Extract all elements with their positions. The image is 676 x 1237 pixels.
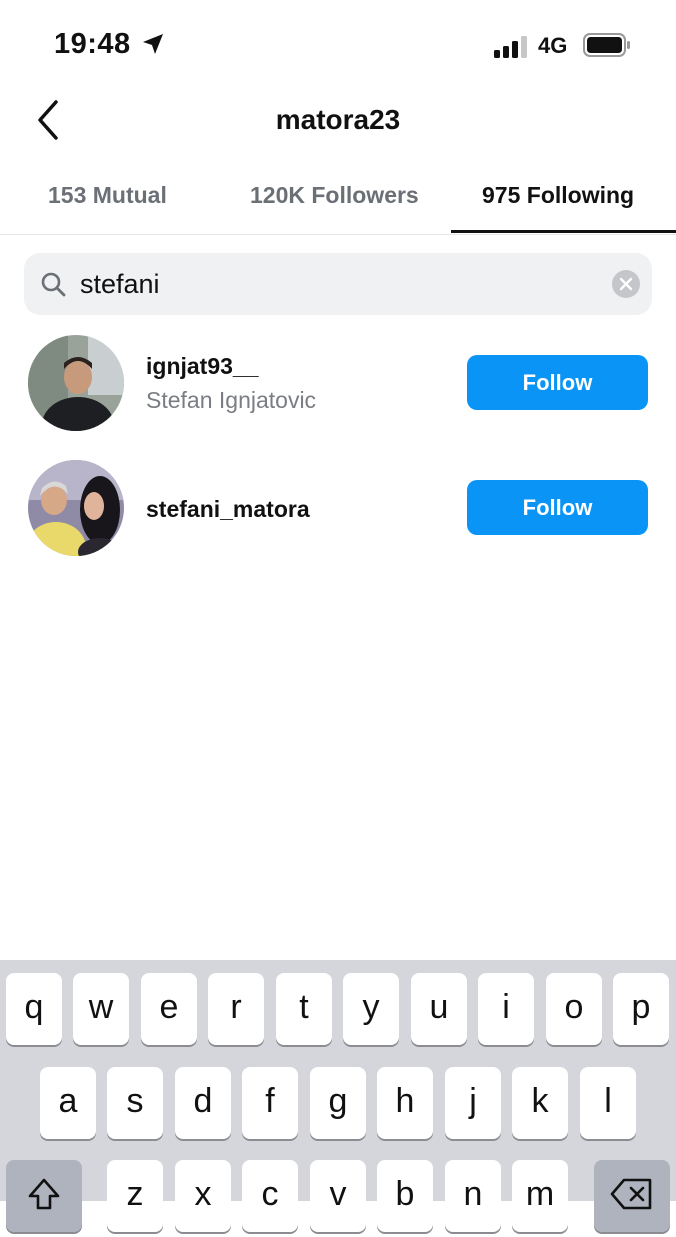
backspace-key[interactable] [594, 1160, 670, 1232]
key-o[interactable]: o [546, 973, 602, 1045]
tab-mutual[interactable]: 153 Mutual [48, 182, 167, 209]
key-c[interactable]: c [242, 1160, 298, 1232]
key-r[interactable]: r [208, 973, 264, 1045]
key-n[interactable]: n [445, 1160, 501, 1232]
key-t[interactable]: t [276, 973, 332, 1045]
full-name: Stefan Ignjatovic [146, 387, 317, 413]
list-item[interactable]: ignjat93__ Stefan Ignjatovic Follow [0, 335, 676, 445]
shift-key[interactable] [6, 1160, 82, 1232]
location-arrow-icon [143, 34, 163, 54]
status-time: 19:48 [54, 28, 131, 60]
tab-following[interactable]: 975 Following [482, 182, 634, 209]
key-v[interactable]: v [310, 1160, 366, 1232]
tab-followers[interactable]: 120K Followers [250, 182, 419, 209]
key-y[interactable]: y [343, 973, 399, 1045]
avatar[interactable] [28, 335, 124, 431]
network-type: 4G [538, 33, 568, 58]
avatar[interactable] [28, 460, 124, 556]
backspace-icon [610, 1178, 652, 1210]
key-q[interactable]: q [6, 973, 62, 1045]
list-item[interactable]: stefani_matora Follow [0, 460, 676, 570]
key-u[interactable]: u [411, 973, 467, 1045]
username[interactable]: ignjat93__ [146, 353, 259, 380]
follow-button[interactable]: Follow [467, 355, 648, 410]
clear-search-button[interactable] [612, 270, 640, 298]
on-screen-keyboard: q w e r t y u i o p a s d f g h j k l z … [0, 960, 676, 1232]
search-input[interactable]: stefani [80, 253, 160, 315]
active-tab-indicator [451, 230, 676, 233]
username[interactable]: stefani_matora [146, 496, 310, 523]
key-d[interactable]: d [175, 1067, 231, 1139]
close-icon [619, 277, 633, 291]
key-g[interactable]: g [310, 1067, 366, 1139]
key-h[interactable]: h [377, 1067, 433, 1139]
key-f[interactable]: f [242, 1067, 298, 1139]
search-icon [41, 272, 66, 297]
signal-icon [494, 36, 527, 58]
key-i[interactable]: i [478, 973, 534, 1045]
key-x[interactable]: x [175, 1160, 231, 1232]
key-p[interactable]: p [613, 973, 669, 1045]
shift-icon [28, 1178, 60, 1210]
key-e[interactable]: e [141, 973, 197, 1045]
key-s[interactable]: s [107, 1067, 163, 1139]
battery-icon [583, 33, 630, 57]
key-k[interactable]: k [512, 1067, 568, 1139]
status-bar: 19:48 4G [0, 0, 676, 90]
key-m[interactable]: m [512, 1160, 568, 1232]
key-l[interactable]: l [580, 1067, 636, 1139]
tab-bar: 153 Mutual 120K Followers 975 Following [0, 170, 676, 235]
page-title: matora23 [275, 104, 401, 135]
key-z[interactable]: z [107, 1160, 163, 1232]
key-b[interactable]: b [377, 1160, 433, 1232]
search-bar[interactable]: stefani [24, 253, 652, 315]
key-j[interactable]: j [445, 1067, 501, 1139]
follow-button[interactable]: Follow [467, 480, 648, 535]
key-w[interactable]: w [73, 973, 129, 1045]
key-a[interactable]: a [40, 1067, 96, 1139]
